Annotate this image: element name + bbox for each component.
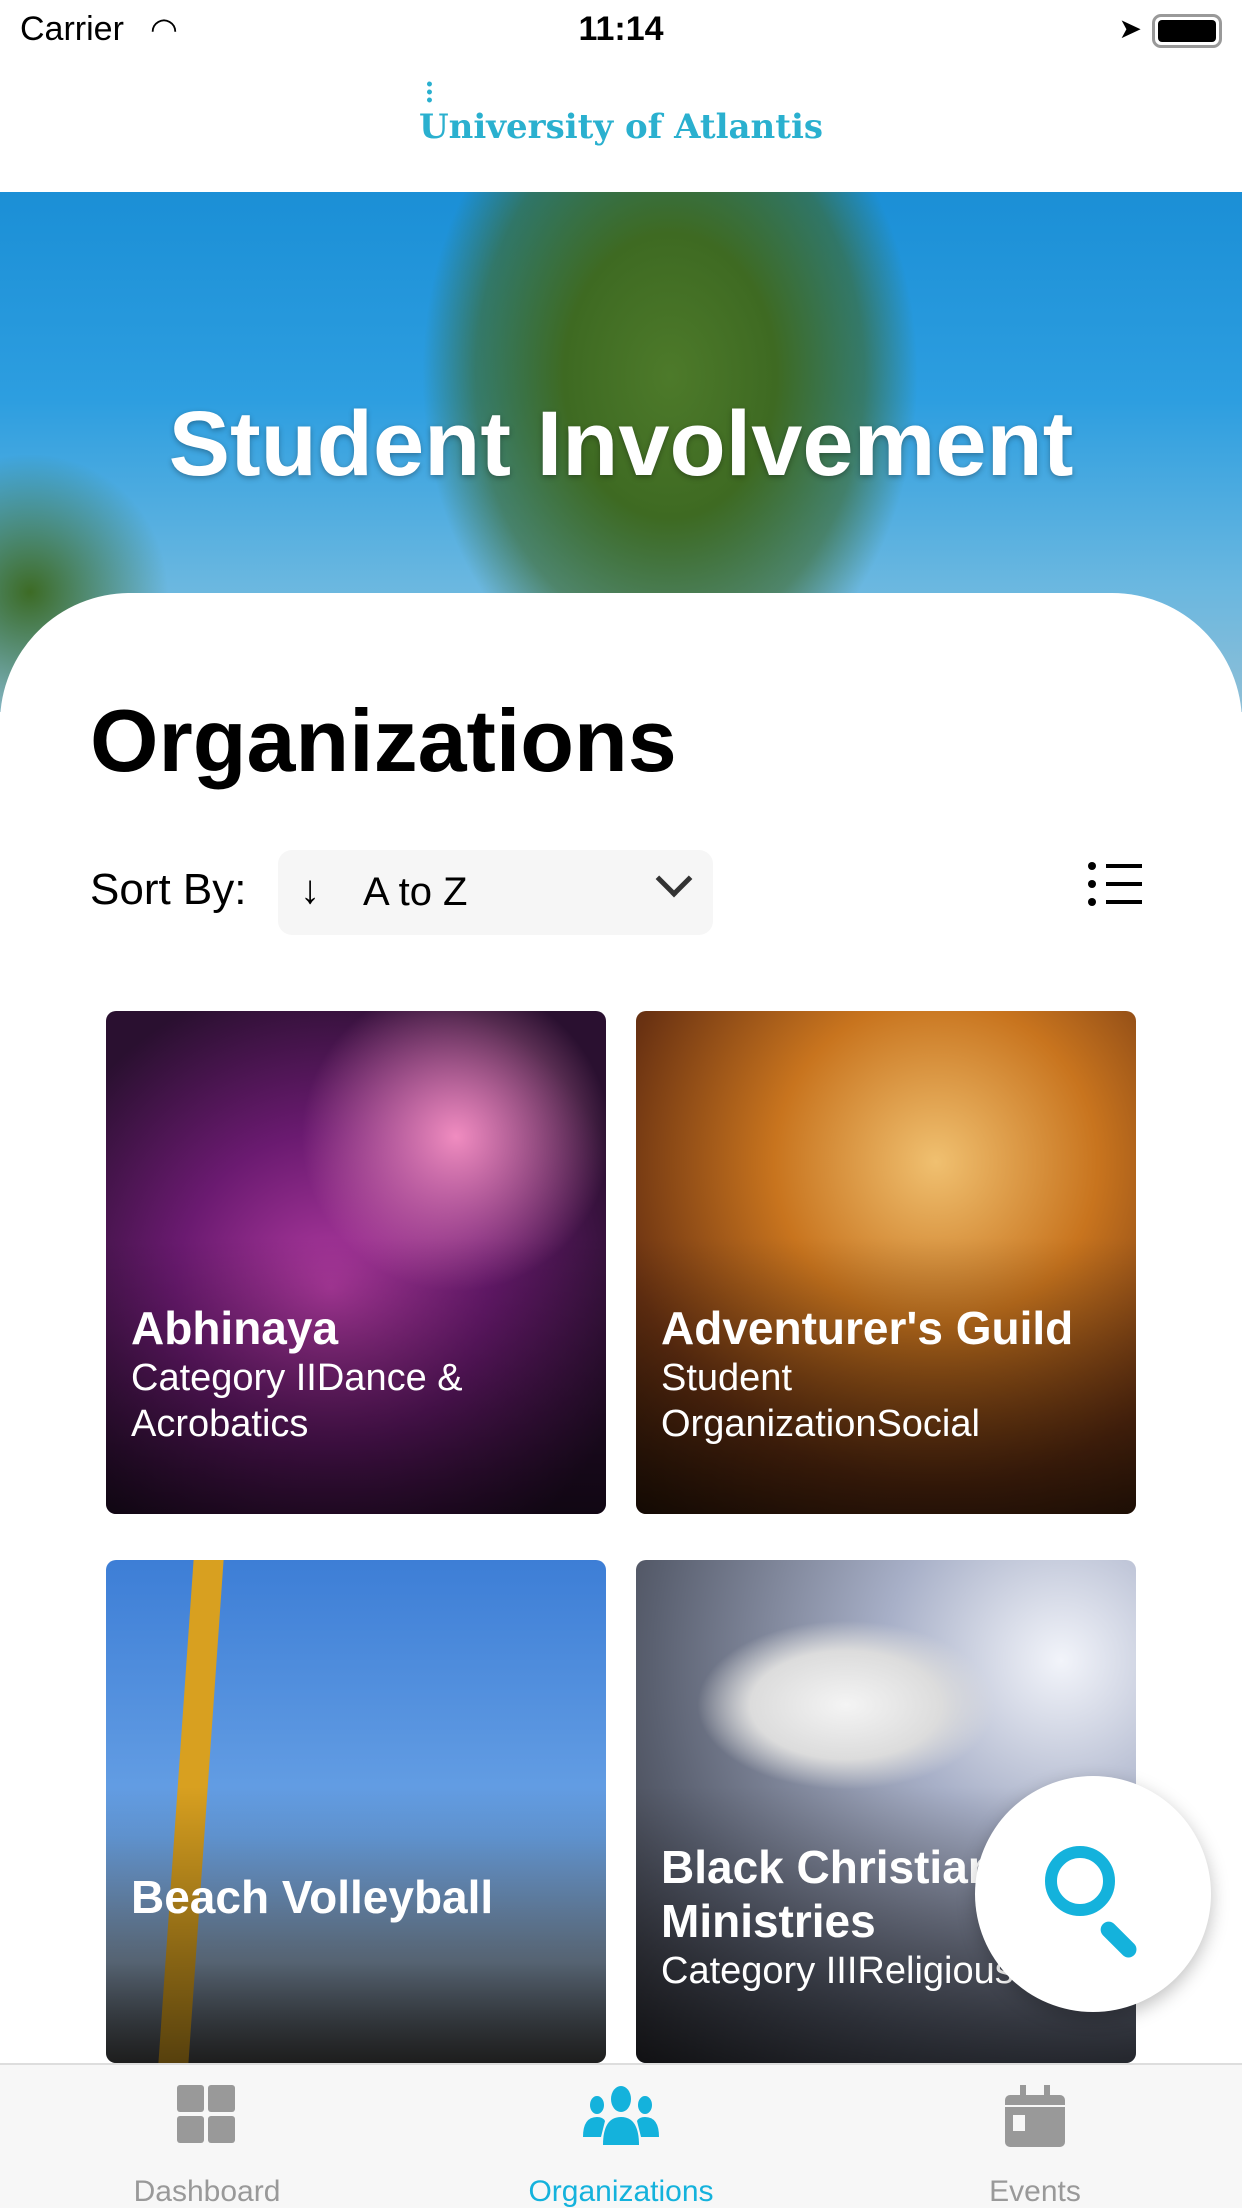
search-icon <box>1045 1846 1115 1916</box>
calendar-icon <box>1005 2085 1065 2147</box>
org-card[interactable]: Beach Volleyball <box>106 1560 606 2063</box>
tab-label: Events <box>989 2175 1081 2208</box>
grid-icon <box>177 2085 235 2143</box>
org-name: Abhinaya <box>131 1302 339 1354</box>
org-name: Beach Volleyball <box>131 1871 494 1923</box>
org-card[interactable]: Abhinaya Category IIDance & Acrobatics <box>106 1011 606 1514</box>
list-view-icon[interactable] <box>1088 862 1142 906</box>
tab-label: Organizations <box>528 2175 714 2208</box>
university-logo: • • • University of Atlantis <box>419 77 823 147</box>
tab-dashboard[interactable]: Dashboard <box>0 2065 414 2210</box>
location-icon: ➤ <box>1118 13 1142 44</box>
sort-dropdown[interactable]: ↓ A to Z <box>278 850 713 935</box>
hero-title: Student Involvement <box>168 393 1074 495</box>
sort-label: Sort By: <box>90 865 247 914</box>
search-button[interactable] <box>975 1776 1211 2012</box>
org-card[interactable]: Adventurer's Guild Student OrganizationSo… <box>636 1011 1136 1514</box>
app-header: • • • University of Atlantis <box>0 62 1242 192</box>
sort-direction-icon[interactable]: ↓ <box>300 868 320 913</box>
org-category: Category IIDance & Acrobatics <box>131 1357 463 1445</box>
sort-value: A to Z <box>363 870 468 914</box>
clock: 11:14 <box>578 10 664 48</box>
tab-bar: Dashboard Organizations Events <box>0 2063 1242 2208</box>
status-bar: Carrier ◠ 11:14 ➤ <box>0 0 1242 62</box>
people-icon <box>583 2086 659 2145</box>
page-title: Organizations <box>90 691 677 790</box>
tab-label: Dashboard <box>133 2175 281 2208</box>
org-name: Adventurer's Guild <box>661 1302 1074 1354</box>
org-category: Student OrganizationSocial <box>661 1357 980 1445</box>
tab-organizations[interactable]: Organizations <box>414 2065 828 2210</box>
battery-icon <box>1152 14 1222 48</box>
tab-events[interactable]: Events <box>828 2065 1242 2210</box>
search-icon-handle <box>1097 1918 1140 1961</box>
chevron-down-icon <box>655 860 693 898</box>
